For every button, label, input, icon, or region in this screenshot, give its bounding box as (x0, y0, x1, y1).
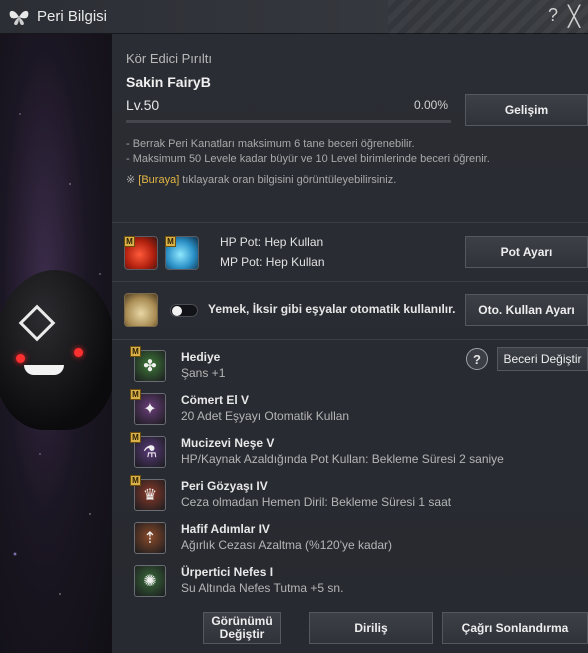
fairy-portrait (0, 34, 112, 653)
right-eye (74, 348, 83, 357)
breath-icon: ✺ (134, 565, 166, 597)
m-badge: M (130, 389, 141, 400)
skill-row[interactable]: ⇡ Hafif Adımlar IV Ağırlık Cezası Azaltma … (112, 517, 588, 559)
bag-icon: ⇡ (134, 522, 166, 554)
exp-bar (126, 120, 451, 123)
mp-potion-icon[interactable]: M (165, 236, 199, 270)
title-bar[interactable]: Peri Bilgisi ? ╳ (0, 0, 588, 34)
rate-info-link[interactable]: [Buraya] (138, 174, 179, 186)
fairy-name: Sakin FairyB (126, 74, 211, 90)
hp-potion-icon[interactable]: M (124, 236, 158, 270)
skill-name: Mucizevi Neşe V (181, 436, 275, 450)
m-badge: M (124, 236, 135, 247)
button-label-line2: Değiştir (219, 627, 265, 641)
fairy-subtitle: Kör Edici Pırıltı (126, 51, 212, 66)
auto-use-text: Yemek, İksir gibi eşyalar otomatik kulla… (208, 302, 456, 316)
m-badge: M (130, 346, 141, 357)
fairy-info-window: Peri Bilgisi ? ╳ Kör Edici Pırıltı Sakin… (0, 0, 588, 653)
emblem-icon (18, 304, 56, 342)
butterfly-icon (9, 10, 29, 25)
left-eye (16, 354, 25, 363)
note-prefix: ※ (126, 174, 139, 186)
skill-row[interactable]: ✺ Ürpertici Nefes I Su Altında Nefes Tutma… (112, 560, 588, 602)
rate-info-note: ※ [Buraya] tıklayarak oran bilgisini gör… (126, 173, 396, 186)
m-badge: M (130, 432, 141, 443)
skill-name: Cömert El V (181, 393, 250, 407)
help-icon[interactable]: ? (548, 5, 558, 26)
evolve-button[interactable]: Gelişim (465, 94, 588, 126)
skill-description: 20 Adet Eşyayı Otomatik Kullan (181, 409, 350, 423)
exp-percent: 0.00% (414, 98, 449, 112)
skill-row[interactable]: ⚗ M Mucizevi Neşe V HP/Kaynak Azaldığında P… (112, 431, 588, 473)
skill-description: HP/Kaynak Azaldığında Pot Kullan: Beklem… (181, 452, 504, 466)
auto-use-settings-button[interactable]: Oto. Kullan Ayarı (465, 294, 588, 326)
pot-settings-button[interactable]: Pot Ayarı (465, 236, 588, 268)
auto-use-potion-icon (124, 293, 158, 327)
m-badge: M (130, 475, 141, 486)
auto-use-toggle[interactable] (170, 304, 198, 317)
skill-name: Hediye (181, 350, 221, 364)
divider (112, 281, 588, 282)
fairy-details-panel: Kör Edici Pırıltı Sakin FairyB Lv.50 0.0… (112, 34, 588, 653)
skill-row[interactable]: ♛ M Peri Gözyaşı IV Ceza olmadan Hemen Diri… (112, 474, 588, 516)
skill-description: Su Altında Nefes Tutma +5 sn. (181, 581, 344, 595)
info-note: - Maksimum 50 Levele kadar büyür ve 10 L… (126, 153, 490, 165)
skill-row[interactable]: ✦ M Cömert El V 20 Adet Eşyayı Otomatik Kul… (112, 388, 588, 430)
mp-pot-setting: MP Pot: Hep Kullan (220, 255, 325, 269)
skill-description: Ağırlık Cezası Azaltma (%120'ye kadar) (181, 538, 393, 552)
divider (112, 222, 588, 223)
change-appearance-button[interactable]: Görünümü Değiştir (203, 612, 281, 644)
mouth (24, 365, 64, 375)
window-title: Peri Bilgisi (37, 8, 108, 25)
skill-description: Ceza olmadan Hemen Diril: Bekleme Süresi… (181, 495, 452, 509)
hp-pot-setting: HP Pot: Hep Kullan (220, 235, 324, 249)
skill-row[interactable]: ✤ M Hediye Şans +1 (112, 345, 588, 387)
close-icon[interactable]: ╳ (568, 4, 580, 29)
skill-name: Ürpertici Nefes I (181, 565, 274, 579)
revive-button[interactable]: Diriliş (309, 612, 433, 644)
skill-name: Peri Gözyaşı IV (181, 479, 268, 493)
info-note: - Berrak Peri Kanatları maksimum 6 tane … (126, 138, 415, 150)
end-summon-button[interactable]: Çağrı Sonlandırma (442, 612, 588, 644)
skill-description: Şans +1 (181, 366, 226, 380)
divider (112, 339, 588, 340)
fairy-level: Lv.50 (126, 97, 160, 113)
skill-name: Hafif Adımlar IV (181, 522, 270, 536)
note-suffix: tıklayarak oran bilgisini görüntüleyebil… (179, 174, 397, 186)
toggle-knob (172, 306, 182, 316)
m-badge: M (165, 236, 176, 247)
fairy-character (0, 270, 112, 430)
